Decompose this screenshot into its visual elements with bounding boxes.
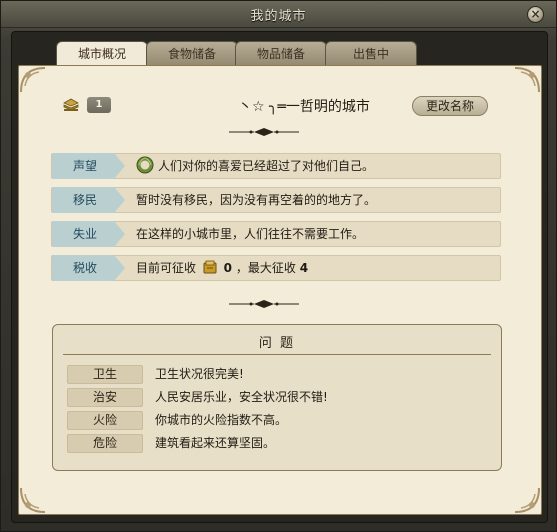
current-tax-value: 0 xyxy=(223,261,233,275)
issue-key: 火险 xyxy=(67,411,143,430)
stat-row-immigration: 移民 暂时没有移民，因为没有再空着的的地方了。 xyxy=(51,187,501,213)
laurel-icon xyxy=(136,156,154,174)
close-icon: × xyxy=(530,7,541,21)
divider-ornament-icon xyxy=(229,300,299,308)
issue-row: 卫生 卫生状况很完美! xyxy=(67,365,487,385)
stat-label: 失业 xyxy=(72,227,97,241)
stat-text: 目前可征收 0 ，最大征收 4 xyxy=(136,260,309,275)
issue-row: 治安 人民安居乐业，安全状况很不错! xyxy=(67,388,487,408)
issue-value: 建筑看起来还算坚固。 xyxy=(155,436,276,450)
overview-panel: 1 丶☆ ╮═一哲明的城市 更改名称 声望 人们对你的喜爱已经超过了对他们自己。 xyxy=(18,65,542,515)
issue-key: 治安 xyxy=(67,388,143,407)
issue-key: 危险 xyxy=(67,434,143,453)
issue-value: 你城市的火险指数不高。 xyxy=(155,413,288,427)
tab-for-sale[interactable]: 出售中 xyxy=(325,41,417,65)
corner-ornament-icon xyxy=(19,66,47,94)
stat-label: 声望 xyxy=(72,159,97,173)
tab-food-reserve[interactable]: 食物储备 xyxy=(146,41,238,65)
corner-ornament-icon xyxy=(19,486,47,514)
stat-text: 暂时没有移民，因为没有再空着的的地方了。 xyxy=(136,193,377,207)
max-tax-value: 4 xyxy=(299,261,309,275)
stat-row-tax: 税收 目前可征收 0 ，最大征收 4 xyxy=(51,255,501,281)
issue-value: 人民安居乐业，安全状况很不错! xyxy=(155,390,328,404)
issue-row: 火险 你城市的火险指数不高。 xyxy=(67,411,487,431)
issues-box: 问 题 卫生 卫生状况很完美! 治安 人民安居乐业，安全状况很不错! 火险 你城… xyxy=(52,324,502,471)
corner-ornament-icon xyxy=(513,486,541,514)
stat-text: 在这样的小城市里，人们往往不需要工作。 xyxy=(136,227,365,241)
issue-key: 卫生 xyxy=(67,365,143,384)
city-name: 丶☆ ╮═一哲明的城市 xyxy=(238,99,370,115)
issue-value: 卫生状况很完美! xyxy=(155,367,244,381)
tab-city-overview[interactable]: 城市概况 xyxy=(56,41,148,67)
window-title: 我的城市 xyxy=(250,9,307,24)
issues-title: 问 题 xyxy=(63,332,491,355)
city-window: 我的城市 × 城市概况 食物储备 物品储备 出售中 1 丶☆ ╮═一哲明的城市 … xyxy=(0,0,557,532)
tab-item-reserve[interactable]: 物品储备 xyxy=(235,41,327,65)
stat-label: 税收 xyxy=(72,261,97,275)
rename-button[interactable]: 更改名称 xyxy=(412,96,488,116)
title-bar[interactable]: 我的城市 × xyxy=(1,1,556,28)
corner-ornament-icon xyxy=(513,66,541,94)
stat-label: 移民 xyxy=(72,193,97,207)
stat-row-unemployment: 失业 在这样的小城市里，人们往往不需要工作。 xyxy=(51,221,501,247)
stack-icon xyxy=(63,98,79,111)
city-level-badge: 1 xyxy=(87,97,111,113)
stat-text: 人们对你的喜爱已经超过了对他们自己。 xyxy=(136,154,374,178)
close-button[interactable]: × xyxy=(527,6,544,23)
stat-row-reputation: 声望 人们对你的喜爱已经超过了对他们自己。 xyxy=(51,153,501,179)
issue-row: 危险 建筑看起来还算坚固。 xyxy=(67,434,487,454)
divider-ornament-icon xyxy=(229,128,299,136)
gold-coin-icon xyxy=(203,260,217,274)
